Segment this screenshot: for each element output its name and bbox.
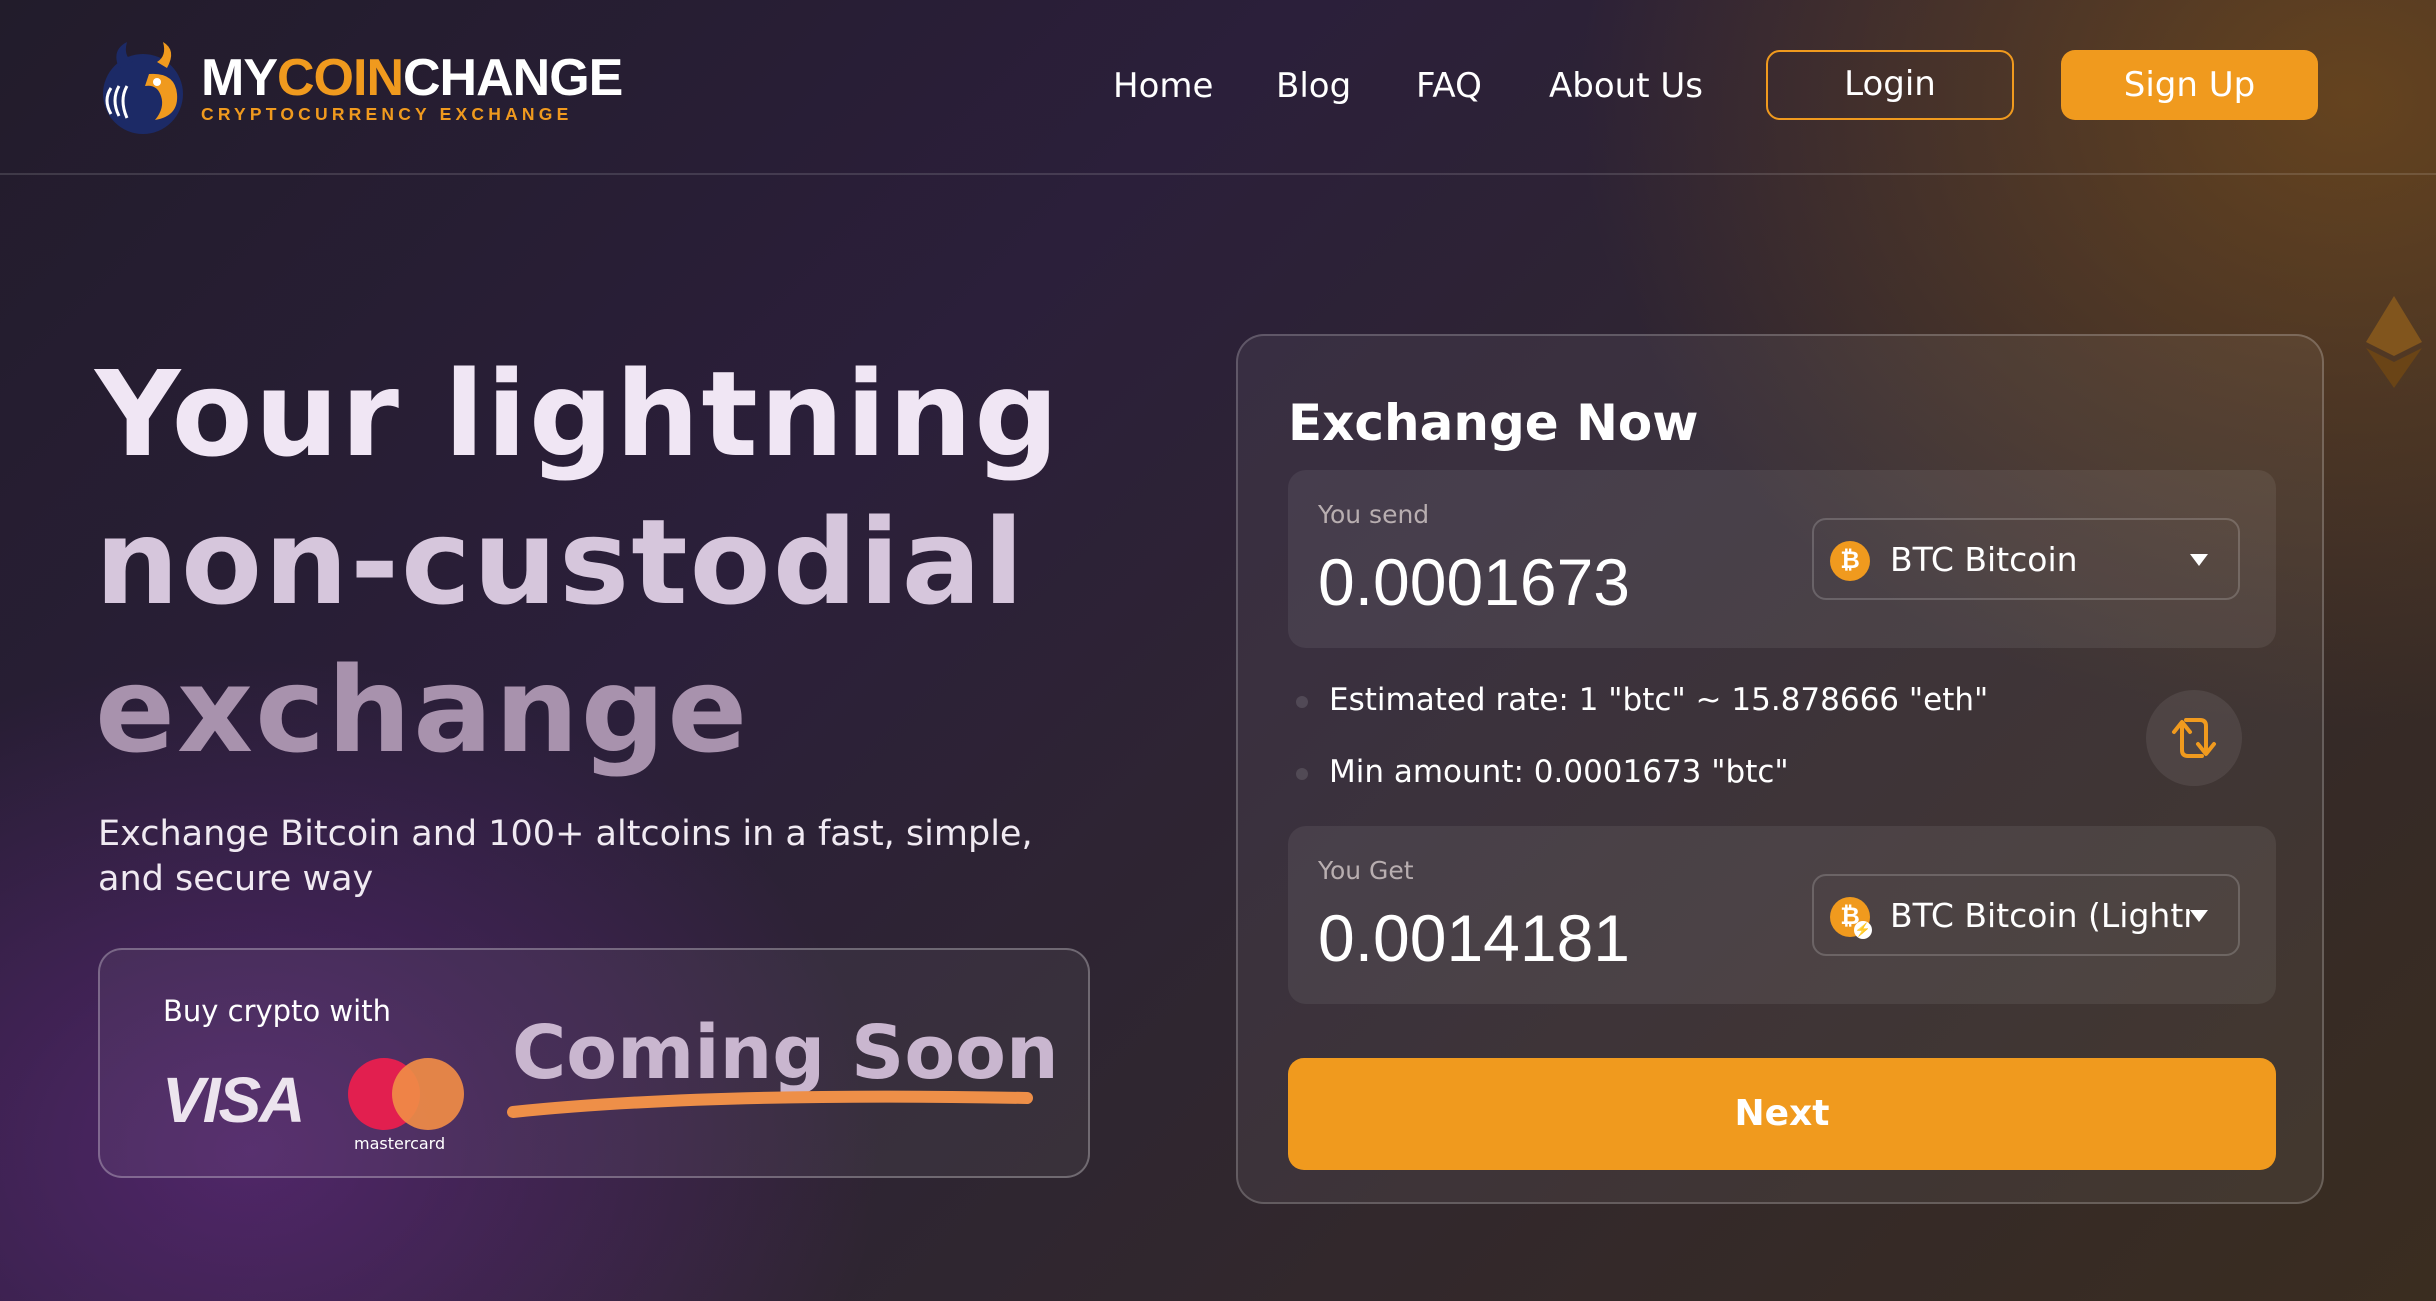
send-coin-select[interactable]: ₿ BTC Bitcoin <box>1812 518 2240 600</box>
mastercard-orange-circle <box>392 1058 464 1130</box>
send-panel: You send ₿ BTC Bitcoin <box>1288 470 2276 648</box>
exchange-card: Exchange Now You send ₿ BTC Bitcoin Esti… <box>1236 334 2324 1204</box>
mastercard-wordmark: mastercard <box>354 1134 446 1153</box>
hero-title-line-2: non-custodial <box>95 493 1026 631</box>
brand-name: MYCOINCHANGE <box>201 49 623 107</box>
hero-title: Your lightning non-custodial exchange <box>95 340 1145 784</box>
get-label: You Get <box>1318 856 1414 885</box>
get-amount-input[interactable] <box>1318 898 1758 978</box>
get-coin-name: BTC Bitcoin (Lightning) <box>1890 896 2190 935</box>
rate-bullet <box>1296 696 1308 708</box>
send-coin-name: BTC Bitcoin <box>1890 540 2078 579</box>
mastercard-logo: mastercard <box>348 1058 468 1153</box>
min-amount-bullet <box>1296 768 1308 780</box>
estimated-rate: Estimated rate: 1 "btc" ~ 15.878666 "eth… <box>1329 682 1989 718</box>
site-header: MYCOINCHANGE CRYPTOCURRENCY EXCHANGE Hom… <box>0 0 2436 175</box>
bull-head-icon <box>103 42 183 134</box>
ethereum-decoration-icon <box>2366 296 2422 388</box>
nav-faq[interactable]: FAQ <box>1416 63 1482 109</box>
hero-subtitle: Exchange Bitcoin and 100+ altcoins in a … <box>98 814 1033 899</box>
bitcoin-icon: ₿ <box>1830 541 1870 581</box>
hero-title-line-3: exchange <box>95 641 750 779</box>
coming-soon-text: Coming Soon <box>512 1010 1059 1096</box>
next-button[interactable]: Next <box>1288 1058 2276 1170</box>
send-label: You send <box>1318 500 1430 529</box>
swap-arrows-icon <box>2172 718 2216 758</box>
brand-logo[interactable]: MYCOINCHANGE CRYPTOCURRENCY EXCHANGE <box>97 38 623 138</box>
lightning-badge-icon: ⚡ <box>1854 921 1872 939</box>
visa-logo: VISA <box>162 1064 305 1136</box>
bitcoin-lightning-icon: ₿ ⚡ <box>1830 897 1872 939</box>
chevron-down-icon <box>2190 910 2208 922</box>
get-panel: You Get ₿⚡ BTC Bitcoin (Lightning) <box>1288 826 2276 1004</box>
chevron-down-icon <box>2190 554 2208 566</box>
underline-swoosh <box>507 1090 1033 1118</box>
buy-crypto-card: Buy crypto with VISA mastercard Coming S… <box>98 948 1090 1178</box>
get-coin-select[interactable]: ₿⚡ BTC Bitcoin (Lightning) <box>1812 874 2240 956</box>
swap-button[interactable] <box>2146 690 2242 786</box>
nav-about-us[interactable]: About Us <box>1549 63 1703 109</box>
nav-blog[interactable]: Blog <box>1276 63 1351 109</box>
send-amount-input[interactable] <box>1318 542 1758 622</box>
buy-crypto-label: Buy crypto with <box>163 994 391 1028</box>
min-amount: Min amount: 0.0001673 "btc" <box>1329 754 1789 790</box>
signup-button[interactable]: Sign Up <box>2061 50 2318 120</box>
brand-tagline: CRYPTOCURRENCY EXCHANGE <box>201 104 573 124</box>
exchange-title: Exchange Now <box>1288 394 1699 452</box>
hero-title-line-1: Your lightning <box>95 345 1061 483</box>
login-button[interactable]: Login <box>1766 50 2014 120</box>
nav-home[interactable]: Home <box>1113 63 1213 109</box>
